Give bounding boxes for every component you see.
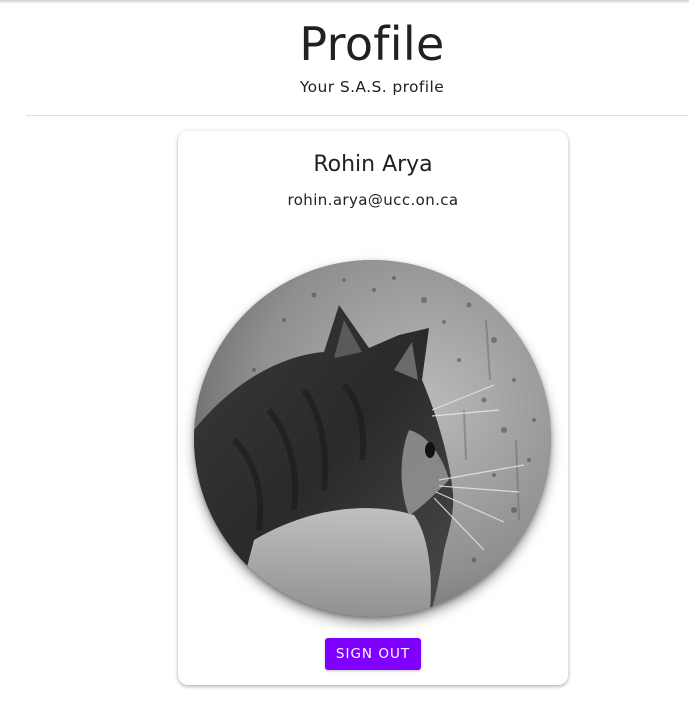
header-divider: [26, 115, 689, 116]
user-name: Rohin Arya: [313, 152, 433, 177]
sign-out-button[interactable]: Sign out: [325, 638, 421, 670]
avatar: [194, 260, 551, 617]
page-title: Profile: [299, 17, 445, 71]
cat-photo-image: [194, 260, 551, 617]
profile-card: Rohin Arya rohin.arya@ucc.on.ca SIGN OUT: [178, 131, 568, 685]
page-subtitle: Your S.A.S. profile: [299, 78, 445, 96]
user-email: rohin.arya@ucc.on.ca: [287, 191, 459, 209]
top-shadow: [0, 0, 689, 4]
